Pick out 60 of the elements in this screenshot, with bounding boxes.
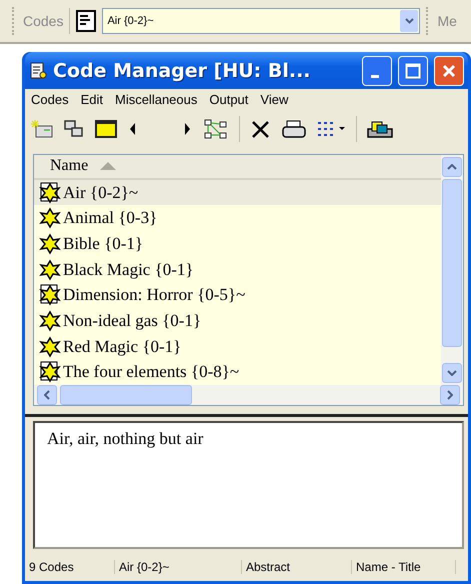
code-row[interactable]: Animal {0-3}	[34, 205, 441, 232]
menu-item[interactable]: View	[260, 92, 288, 107]
window-title: Code Manager [HU: Bl...	[53, 60, 312, 82]
code-name: Red Magic {0-1}	[63, 336, 182, 357]
column-header[interactable]: Name	[34, 155, 441, 180]
layers-icon[interactable]	[367, 119, 393, 139]
delete-icon[interactable]	[250, 119, 272, 139]
minimize-button[interactable]	[362, 56, 392, 86]
minimize-icon	[371, 75, 379, 78]
code-row[interactable]: Bible {0-1}	[34, 231, 441, 257]
status-text: Air {0-2}~	[115, 560, 242, 574]
window-icon[interactable]	[95, 119, 117, 139]
copy-icon[interactable]	[63, 119, 85, 139]
status-text: Abstract	[242, 560, 352, 574]
code-row[interactable]: Air {0-2}~	[34, 180, 441, 206]
list-view-icon[interactable]	[316, 119, 346, 139]
sort-arrow-icon	[100, 162, 116, 170]
code-row[interactable]: Non-ideal gas {0-1}	[34, 308, 441, 334]
close-icon	[441, 62, 457, 78]
menu-item[interactable]: Edit	[80, 92, 103, 107]
code-row[interactable]: Black Magic {0-1}	[34, 256, 441, 282]
dropdown-button[interactable]	[400, 10, 418, 32]
code-row[interactable]: Dimension: Horror {0-5}~	[34, 282, 441, 308]
code-row[interactable]: The four elements {0-8}~	[34, 359, 441, 386]
status-text: 9 Codes	[25, 560, 115, 574]
app-icon	[29, 62, 47, 80]
new-code-icon[interactable]	[31, 119, 53, 139]
chevron-right-icon	[447, 390, 453, 400]
scroll-thumb[interactable]	[442, 179, 462, 347]
network-icon[interactable]	[203, 119, 229, 139]
toolbar-label: Me	[437, 13, 457, 29]
menu-item[interactable]: Codes	[31, 92, 69, 107]
code-name: Dimension: Horror {0-5}~	[63, 285, 246, 306]
scroll-down-button[interactable]	[442, 363, 462, 383]
print-icon[interactable]	[282, 119, 306, 139]
code-name: Air {0-2}~	[63, 182, 138, 203]
memo-text[interactable]: Air, air, nothing but air	[33, 421, 464, 549]
menu-item[interactable]: Miscellaneous	[114, 92, 198, 107]
chevron-down-icon	[404, 18, 414, 24]
scroll-left-button[interactable]	[37, 385, 57, 405]
menu-item[interactable]: Output	[209, 92, 248, 107]
code-name: Animal {0-3}	[63, 208, 158, 228]
code-name: Non-ideal gas {0-1}	[63, 310, 202, 331]
close-button[interactable]	[434, 56, 464, 86]
scroll-right-button[interactable]	[440, 385, 460, 405]
toolbar-label: Codes	[23, 13, 64, 29]
code-combo-box[interactable]: Air {0-2}~	[102, 8, 420, 34]
chevron-up-icon	[447, 164, 457, 170]
document-icon	[76, 10, 96, 32]
code-name: Black Magic {0-1}	[63, 260, 194, 280]
maximize-button[interactable]	[398, 56, 428, 86]
code-row[interactable]: Red Magic {0-1}	[34, 334, 441, 360]
chevron-down-icon	[447, 370, 457, 376]
scroll-thumb[interactable]	[60, 385, 192, 405]
maximize-icon	[405, 62, 421, 78]
code-name: Bible {0-1}	[63, 234, 144, 254]
status-text: Name - Title	[352, 560, 456, 574]
scroll-up-button[interactable]	[442, 157, 462, 177]
code-name: The four elements {0-8}~	[63, 362, 240, 382]
chevron-left-icon	[44, 390, 50, 400]
